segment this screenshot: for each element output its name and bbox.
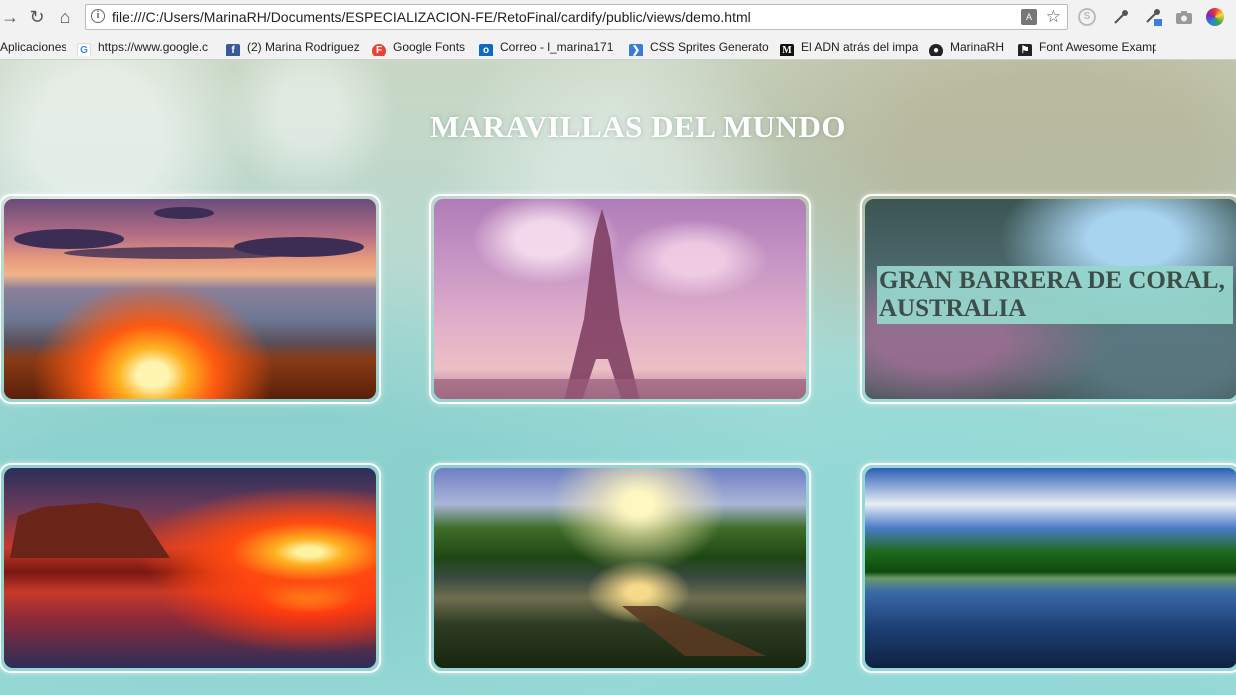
wonder-card[interactable] [860, 463, 1236, 673]
wonder-card[interactable] [0, 463, 381, 673]
coral-reef-image: GRAN BARRERA DE CORAL, AUSTRALIA [865, 199, 1236, 399]
bookmark-item[interactable]: ⚑ Font Awesome Examp [1018, 39, 1156, 56]
address-bar[interactable]: i file:///C:/Users/MarinaRH/Documents/ES… [85, 4, 1068, 30]
address-url[interactable]: file:///C:/Users/MarinaRH/Documents/ESPE… [112, 9, 751, 25]
wonder-card[interactable]: GRAN BARRERA DE CORAL, AUSTRALIA [860, 194, 1236, 404]
bookmark-item[interactable]: F Google Fonts [372, 39, 472, 56]
colorpick-eyedropper-icon[interactable] [1145, 8, 1163, 26]
bookmark-item[interactable]: Aplicaciones [0, 39, 66, 56]
card-caption: GRAN BARRERA DE CORAL, AUSTRALIA [877, 266, 1233, 324]
facebook-icon: f [226, 44, 240, 56]
home-icon[interactable]: ⌂ [55, 7, 75, 27]
bookmark-label: https://www.google.c [98, 40, 209, 54]
page-title: MARAVILLAS DEL MUNDO [430, 109, 846, 144]
bookmark-item[interactable]: ● MarinaRH [929, 39, 1009, 56]
eyedropper-icon[interactable] [1112, 8, 1130, 26]
bookmark-label: Correo - l_marina171 [500, 40, 614, 54]
bookmark-label: MarinaRH [950, 40, 1005, 54]
wonder-card[interactable] [0, 194, 381, 404]
camera-icon[interactable] [1175, 8, 1193, 26]
bookmark-label: Aplicaciones [0, 40, 66, 54]
bookmark-item[interactable]: o Correo - l_marina171 [479, 39, 616, 56]
back-arrow-icon[interactable]: → [0, 7, 20, 27]
bookmark-label: Google Fonts [393, 40, 466, 54]
translate-icon[interactable]: A [1021, 9, 1037, 25]
bookmark-item[interactable]: Ghttps://www.google.c [77, 39, 213, 56]
browser-toolbar: → ↻ ⌂ i file:///C:/Users/MarinaRH/Docume… [0, 0, 1236, 35]
lake-dock-image [434, 468, 806, 668]
outlook-icon: o [479, 44, 493, 56]
skype-icon[interactable]: S [1078, 8, 1096, 26]
bookmark-label: El ADN atrás del impa [801, 40, 918, 54]
medium-icon: M [780, 44, 794, 56]
bookmark-item[interactable]: f (2) Marina Rodriguez [226, 39, 362, 56]
google-fonts-icon: F [372, 44, 386, 56]
red-sunset-mesa-image [4, 468, 376, 668]
font-awesome-icon: ⚑ [1018, 44, 1032, 56]
color-wheel-icon[interactable] [1206, 8, 1224, 26]
info-icon[interactable]: i [91, 9, 105, 23]
forest-lake-image [865, 468, 1236, 668]
bookmark-star-icon[interactable]: ☆ [1046, 7, 1061, 27]
bookmark-label: Font Awesome Examp [1039, 40, 1156, 54]
wonder-card[interactable] [429, 463, 811, 673]
github-icon: ● [929, 44, 943, 56]
bookmark-label: (2) Marina Rodriguez [247, 40, 360, 54]
bookmark-label: CSS Sprites Generato [650, 40, 769, 54]
bookmarks-bar: Aplicaciones Ghttps://www.google.c f (2) … [0, 35, 1236, 60]
reload-icon[interactable]: ↻ [27, 7, 47, 27]
campfire-beach-image [4, 199, 376, 399]
bookmark-item[interactable]: M El ADN atrás del impa [780, 39, 918, 56]
css-sprites-icon: ❯ [629, 44, 643, 56]
wonder-card[interactable] [429, 194, 811, 404]
eiffel-tower-image [434, 199, 806, 399]
page-viewport: MARAVILLAS DEL MUNDO GRAN BARRERA DE COR… [0, 60, 1236, 695]
google-icon: G [77, 43, 91, 56]
bookmark-item[interactable]: ❯ CSS Sprites Generato [629, 39, 769, 56]
